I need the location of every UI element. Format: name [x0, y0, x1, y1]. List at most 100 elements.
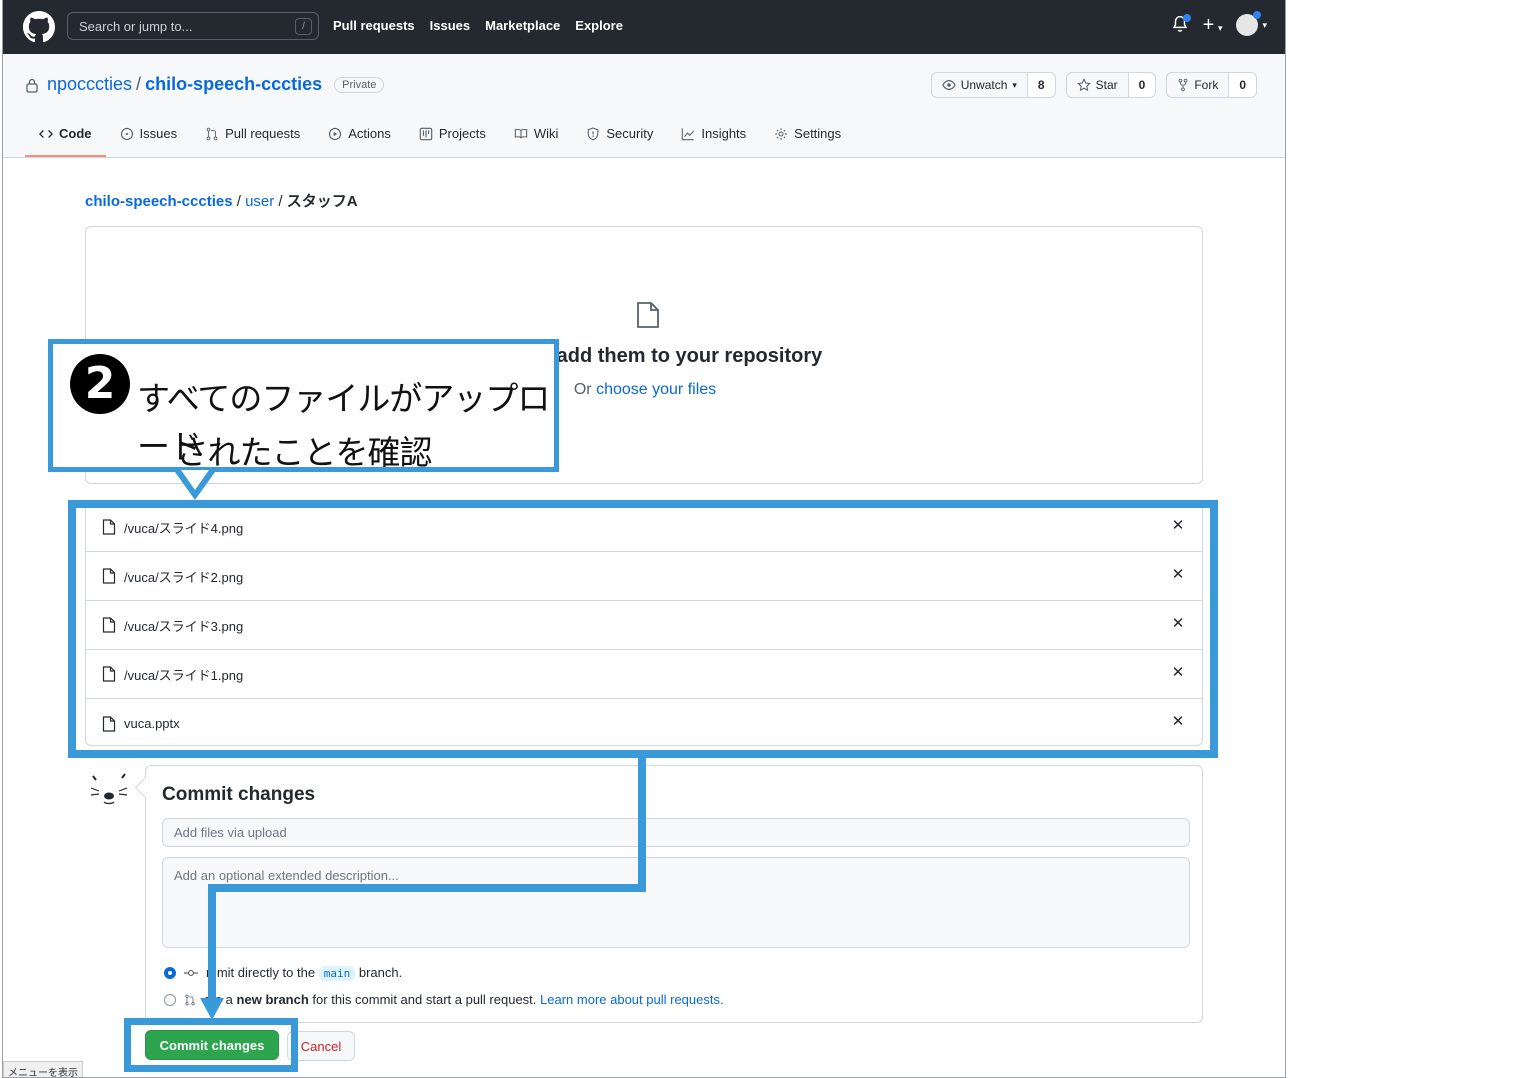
repo-separator: / — [136, 74, 142, 94]
shield-icon — [588, 126, 599, 140]
repo-name-link[interactable]: chilo-speech-cccties — [145, 74, 322, 95]
file-icon — [637, 302, 659, 328]
watch-button-group: Unwatch ▾ 8 — [930, 72, 1056, 98]
create-new-button[interactable]: + ▾ — [1203, 15, 1223, 35]
project-icon — [419, 127, 433, 140]
option1-suffix: branch. — [358, 965, 403, 980]
callout-pointer-inner — [181, 470, 209, 490]
connector-line — [208, 884, 646, 892]
tab-label: Code — [59, 126, 92, 141]
commit-icon — [184, 969, 198, 976]
file-list-highlight — [68, 500, 1218, 758]
breadcrumb: chilo-speech-cccties / user / スタッフA — [85, 190, 358, 211]
user-menu[interactable]: ▾ — [1236, 11, 1267, 36]
tab-label: Wiki — [533, 126, 559, 141]
option2-bold: new branch — [236, 992, 309, 1007]
commit-new-branch-option[interactable]: ate a new branch for this commit and sta… — [164, 992, 724, 1007]
tab-actions[interactable]: Actions — [314, 118, 405, 153]
option-text: mmit directly to the main branch. — [206, 965, 403, 981]
step-number: 2 — [70, 354, 130, 414]
fork-button[interactable]: Fork — [1167, 73, 1228, 97]
code-icon — [39, 129, 53, 138]
option-text: ate a new branch for this commit and sta… — [204, 992, 724, 1007]
fork-count[interactable]: 0 — [1228, 73, 1256, 97]
commit-direct-radio[interactable] — [164, 966, 176, 979]
tab-security[interactable]: Security — [572, 118, 667, 153]
option2-suffix: for this commit and start a pull request… — [312, 992, 537, 1007]
unread-dot — [1182, 14, 1191, 22]
branch-name: main — [318, 966, 356, 981]
commit-summary-input[interactable] — [162, 818, 1190, 847]
visibility-badge: Private — [334, 76, 385, 93]
repo-owner-link[interactable]: npocccties — [47, 74, 132, 95]
chevron-down-icon: ▾ — [1012, 79, 1017, 90]
github-logo-icon[interactable] — [23, 11, 55, 43]
nav-marketplace[interactable]: Marketplace — [485, 18, 560, 33]
tab-wiki[interactable]: Wiki — [500, 118, 573, 153]
callout-text-line2: されたことを確認 — [175, 433, 433, 472]
header-actions: + ▾ ▾ — [1171, 11, 1267, 36]
fork-label: Fork — [1194, 78, 1219, 92]
status-tooltip: メニューを表示 — [3, 1061, 83, 1077]
repo-tabs: Code Issues Pull requests Actions Projec… — [25, 118, 855, 157]
breadcrumb-separator: / — [274, 193, 287, 210]
nav-explore[interactable]: Explore — [575, 18, 623, 33]
chevron-down-icon: ▾ — [1217, 23, 1223, 33]
commit-direct-option[interactable]: mmit directly to the main branch. — [164, 965, 403, 981]
plus-icon: + — [1202, 14, 1215, 36]
tab-code[interactable]: Code — [25, 118, 106, 157]
learn-more-link[interactable]: Learn more about pull requests. — [540, 992, 724, 1007]
issue-icon — [120, 127, 133, 140]
breadcrumb-current: スタッフA — [286, 193, 358, 210]
tab-projects[interactable]: Projects — [405, 118, 500, 153]
nav-issues[interactable]: Issues — [430, 18, 470, 33]
choose-files-link[interactable]: choose your files — [596, 381, 716, 398]
graph-icon — [682, 127, 695, 140]
book-icon — [514, 128, 528, 138]
commit-form: Commit changes mmit directly to the main… — [145, 765, 1203, 1023]
tab-label: Insights — [701, 126, 747, 141]
pull-request-icon — [206, 127, 218, 140]
tab-settings[interactable]: Settings — [760, 118, 855, 153]
repo-header: npocccties / chilo-speech-cccties Privat… — [3, 54, 1285, 158]
new-branch-radio[interactable] — [164, 993, 176, 1006]
star-button[interactable]: Star — [1067, 73, 1128, 97]
play-icon — [329, 127, 342, 140]
avatar — [1236, 11, 1262, 36]
tab-label: Projects — [438, 126, 486, 141]
tab-pull-requests[interactable]: Pull requests — [191, 118, 314, 153]
pull-request-icon — [185, 994, 195, 1005]
global-header: / Pull requests Issues Marketplace Explo… — [3, 0, 1285, 54]
breadcrumb-separator: / — [232, 193, 246, 210]
search-shortcut-key: / — [295, 18, 312, 35]
repo-actions: Unwatch ▾ 8 Star 0 Fork 0 — [930, 72, 1257, 98]
drop-zone-or: Or — [573, 381, 597, 398]
breadcrumb-folder-link[interactable]: user — [245, 193, 274, 210]
eye-icon — [941, 80, 956, 90]
avatar — [89, 773, 129, 814]
watch-count[interactable]: 8 — [1026, 73, 1055, 97]
breadcrumb-repo-link[interactable]: chilo-speech-cccties — [85, 193, 233, 210]
tab-label: Settings — [794, 126, 842, 141]
search-box[interactable]: / — [67, 12, 319, 40]
star-count[interactable]: 0 — [1127, 73, 1156, 97]
star-icon — [1076, 78, 1091, 92]
commit-title: Commit changes — [162, 784, 316, 805]
tab-insights[interactable]: Insights — [667, 118, 760, 153]
unwatch-button[interactable]: Unwatch ▾ — [932, 73, 1027, 97]
commit-description-textarea[interactable] — [162, 857, 1190, 948]
commit-button-highlight — [124, 1018, 298, 1072]
tab-label: Security — [606, 126, 654, 141]
search-input[interactable] — [79, 19, 279, 34]
gear-icon — [775, 127, 787, 140]
nav-pull-requests[interactable]: Pull requests — [333, 18, 415, 33]
star-label: Star — [1095, 78, 1118, 92]
notifications-bell-icon[interactable] — [1171, 14, 1191, 36]
fork-button-group: Fork 0 — [1166, 72, 1257, 98]
chevron-down-icon: ▾ — [1262, 19, 1267, 30]
tab-label: Pull requests — [225, 126, 301, 141]
lock-icon — [26, 78, 38, 93]
tab-issues[interactable]: Issues — [106, 118, 192, 153]
arrow-down-icon — [200, 998, 224, 1020]
connector-line — [208, 884, 216, 1004]
